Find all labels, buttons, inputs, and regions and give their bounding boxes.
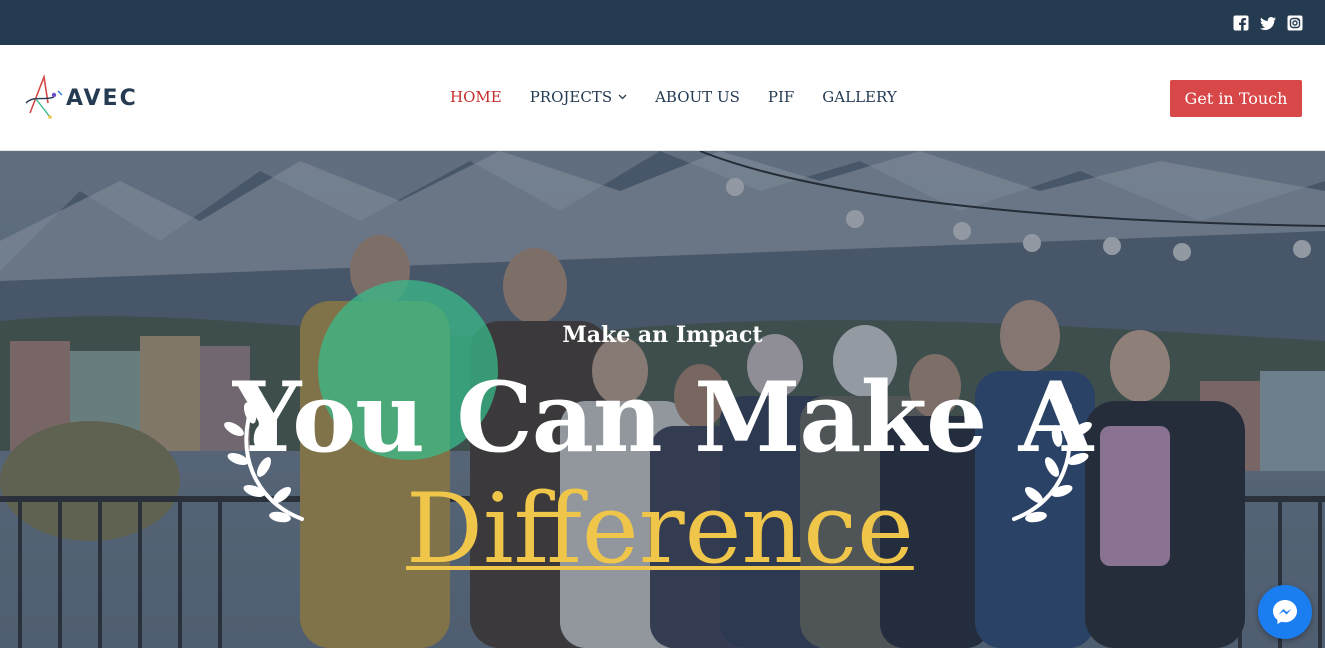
hero-headline: You Can Make A (232, 361, 1093, 474)
social-links (1233, 15, 1303, 31)
logo-mark-icon (25, 73, 63, 119)
hero-headline-accent: Difference (406, 473, 914, 585)
hero-section: Make an Impact You Can Make A Difference (0, 151, 1325, 648)
site-logo[interactable]: AVEC (24, 72, 154, 124)
nav-item-projects[interactable]: PROJECTS (530, 88, 627, 106)
chevron-down-icon (618, 94, 627, 100)
facebook-icon[interactable] (1233, 15, 1249, 31)
hero-kicker: Make an Impact (562, 322, 763, 348)
main-nav: HOME PROJECTS ABOUT US PIF GALLERY (450, 88, 925, 106)
nav-item-gallery[interactable]: GALLERY (822, 88, 896, 106)
brand-name: AVEC (66, 85, 138, 111)
instagram-icon[interactable] (1287, 15, 1303, 31)
nav-item-pif[interactable]: PIF (768, 88, 794, 106)
site-header: AVEC HOME PROJECTS ABOUT US PIF GALLERY … (0, 45, 1325, 151)
twitter-icon[interactable] (1260, 15, 1276, 31)
nav-item-about-us[interactable]: ABOUT US (655, 88, 740, 106)
get-in-touch-button[interactable]: Get in Touch (1170, 80, 1302, 117)
top-bar (0, 0, 1325, 45)
messenger-chat-button[interactable] (1258, 585, 1312, 639)
messenger-icon (1273, 600, 1297, 624)
nav-item-home[interactable]: HOME (450, 88, 502, 106)
nav-item-projects-label: PROJECTS (529, 88, 613, 106)
